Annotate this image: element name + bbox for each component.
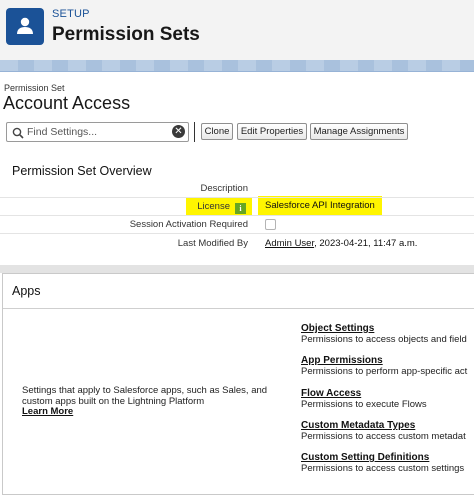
record-type-label: Permission Set: [4, 83, 65, 93]
learn-more-link[interactable]: Learn More: [22, 406, 284, 418]
license-label: License: [197, 201, 230, 212]
setup-label: SETUP: [52, 8, 90, 20]
search-input[interactable]: [27, 125, 167, 139]
permission-item-custom-metadata-types: Custom Metadata Types Permissions to acc…: [301, 420, 466, 442]
session-activation-checkbox: [265, 219, 276, 230]
app-permissions-link[interactable]: App Permissions: [301, 355, 467, 366]
apps-description: Settings that apply to Salesforce apps, …: [22, 385, 284, 418]
apps-section-title: Apps: [12, 284, 41, 298]
info-icon[interactable]: i: [235, 203, 246, 214]
custom-setting-definitions-desc: Permissions to access custom settings: [301, 463, 465, 474]
apps-description-text: Settings that apply to Salesforce apps, …: [22, 385, 268, 407]
object-settings-link[interactable]: Object Settings: [301, 323, 467, 334]
permission-item-object-settings: Object Settings Permissions to access ob…: [301, 323, 467, 345]
modified-by-user-link[interactable]: Admin User: [265, 238, 314, 249]
last-modified-row: Last Modified By Admin User, 2023-04-21,…: [0, 235, 474, 253]
apps-header-separator: [3, 308, 474, 309]
last-modified-label: Last Modified By: [177, 238, 248, 249]
permission-item-custom-setting-definitions: Custom Setting Definitions Permissions t…: [301, 452, 464, 474]
toolbar-divider: [194, 122, 195, 142]
flow-access-desc: Permissions to execute Flows: [301, 399, 427, 410]
description-row: Description: [0, 180, 474, 198]
header-pattern-strip: [0, 60, 474, 72]
clone-button[interactable]: Clone: [201, 123, 233, 140]
object-settings-desc: Permissions to access objects and field: [301, 334, 467, 345]
manage-assignments-button[interactable]: Manage Assignments: [310, 123, 408, 140]
modified-date: , 2023-04-21, 11:47 a.m.: [314, 238, 418, 249]
setup-header: SETUP Permission Sets: [0, 0, 474, 60]
custom-metadata-types-desc: Permissions to access custom metadat: [301, 431, 466, 442]
custom-setting-definitions-link[interactable]: Custom Setting Definitions: [301, 452, 464, 463]
flow-access-link[interactable]: Flow Access: [301, 388, 427, 399]
permission-item-app-permissions: App Permissions Permissions to perform a…: [301, 355, 467, 377]
overview-section-title: Permission Set Overview: [12, 164, 152, 178]
license-row: License i Salesforce API Integration: [0, 198, 474, 216]
section-divider-band: [0, 265, 474, 273]
description-label: Description: [200, 183, 248, 194]
user-icon: [6, 8, 44, 45]
permission-item-flow-access: Flow Access Permissions to execute Flows: [301, 388, 427, 410]
find-settings-search[interactable]: ✕: [6, 122, 189, 142]
search-icon: [12, 126, 24, 144]
clear-search-icon[interactable]: ✕: [172, 125, 185, 138]
record-name: Account Access: [3, 93, 131, 113]
edit-properties-button[interactable]: Edit Properties: [237, 123, 307, 140]
custom-metadata-types-link[interactable]: Custom Metadata Types: [301, 420, 466, 431]
session-activation-label: Session Activation Required: [129, 219, 248, 230]
page-title: Permission Sets: [52, 24, 200, 45]
session-activation-row: Session Activation Required: [0, 216, 474, 234]
app-permissions-desc: Permissions to perform app-specific act: [301, 366, 468, 377]
license-value: Salesforce API Integration: [265, 200, 375, 211]
